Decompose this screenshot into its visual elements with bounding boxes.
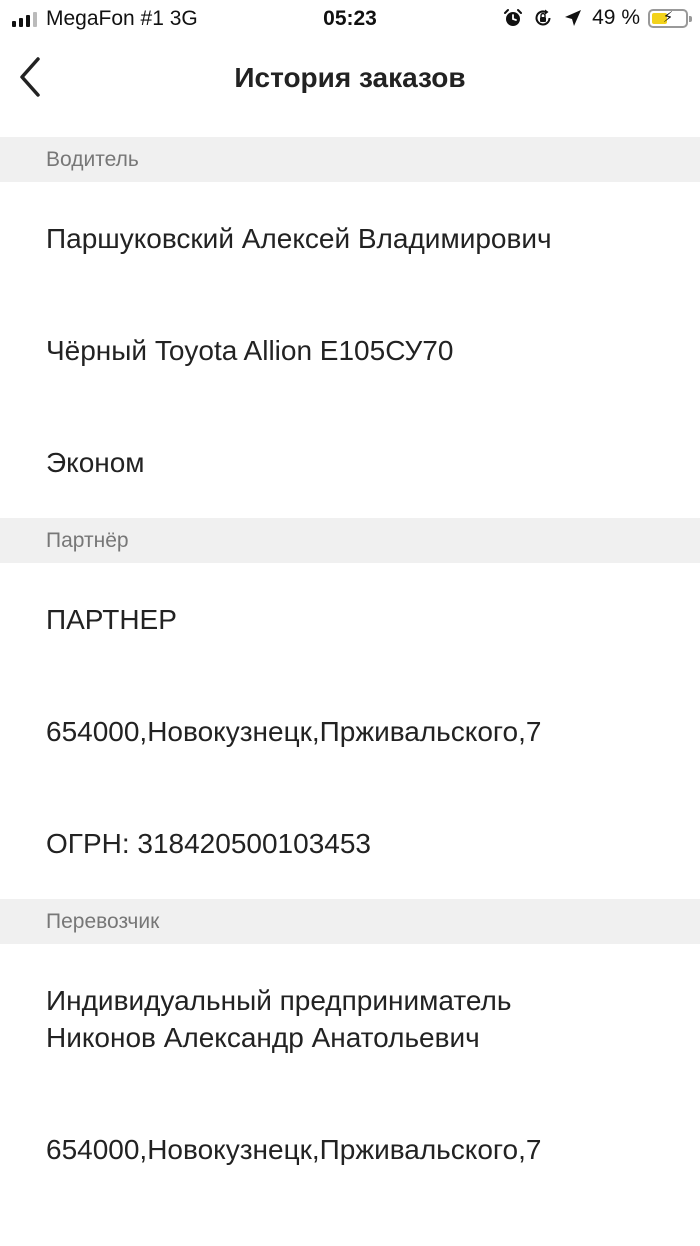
page-title: История заказов <box>234 62 466 93</box>
alarm-icon <box>502 7 524 29</box>
driver-tariff: Эконом <box>46 447 145 478</box>
section-header-carrier: Перевозчик <box>0 899 700 944</box>
partner-address: 654000,Новокузнецк,Прживальского,7 <box>46 716 542 747</box>
partner-name: ПАРТНЕР <box>46 604 177 635</box>
carrier-name: Индивидуальный предприниматель Никонов А… <box>46 982 666 1056</box>
carrier-address: 654000,Новокузнецк,Прживальского,7 <box>46 1134 542 1165</box>
rotation-lock-icon <box>532 7 554 29</box>
section-header-driver: Водитель <box>0 137 700 182</box>
status-bar-right: 49 % ⚡ <box>502 6 692 30</box>
battery-charging-icon: ⚡ <box>648 8 692 28</box>
driver-car: Чёрный Toyota Allion Е105СУ70 <box>46 335 454 366</box>
battery-percent: 49 % <box>592 6 640 29</box>
status-bar: MegaFon #1 3G 05:23 49 % ⚡ <box>0 0 700 38</box>
carrier-name-line2: Никонов Александр Анатольевич <box>46 1022 480 1053</box>
location-arrow-icon <box>562 7 584 29</box>
navigation-bar: История заказов <box>0 38 700 120</box>
driver-name: Паршуковский Алексей Владимирович <box>46 223 552 254</box>
section-header-partner: Партнёр <box>0 518 700 563</box>
partner-ogrn: ОГРН: 318420500103453 <box>46 828 371 859</box>
carrier-name-line1: Индивидуальный предприниматель <box>46 985 512 1016</box>
